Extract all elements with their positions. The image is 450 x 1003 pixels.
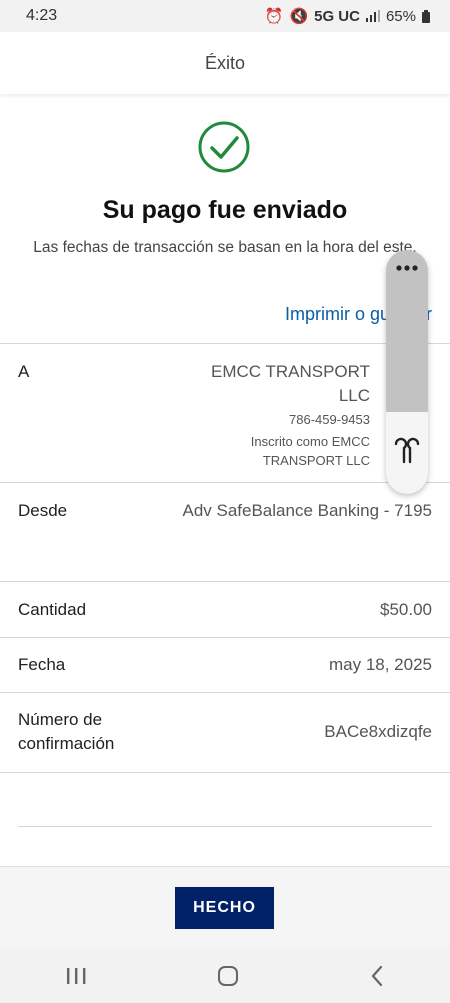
to-label: A (18, 362, 30, 381)
back-icon[interactable] (369, 965, 385, 987)
done-button[interactable]: HECHO (175, 887, 274, 929)
system-nav-bar (0, 948, 450, 1003)
date-label: Fecha (18, 655, 66, 674)
mute-icon: 🔇 (289, 8, 309, 25)
earbuds-icon[interactable] (386, 436, 428, 494)
battery-icon (422, 9, 430, 23)
confirmation-title: Su pago fue enviado (102, 196, 348, 224)
to-name: EMCC TRANSPORT LLC (210, 362, 370, 405)
divider (18, 826, 432, 827)
from-label: Desde (18, 501, 68, 520)
alarm-icon: ⏰ (264, 8, 284, 25)
date-value: may 18, 2025 (328, 655, 432, 674)
divider (0, 343, 450, 344)
confirmation-number-label: Número de confirmación (18, 710, 115, 753)
signal-icon (365, 10, 380, 22)
divider (0, 637, 450, 638)
page-title: Éxito (204, 52, 246, 73)
status-time: 4:23 (26, 7, 58, 24)
confirmation-subtitle: Las fechas de transacción se basan en la… (33, 239, 417, 256)
check-circle-icon (198, 121, 250, 173)
floating-panel[interactable] (386, 250, 428, 494)
divider (0, 581, 450, 582)
from-account: Adv SafeBalance Banking - 7195 (182, 501, 432, 520)
network-label: 5G UC (314, 7, 360, 25)
divider (0, 692, 450, 693)
amount-label: Cantidad (18, 600, 87, 619)
more-icon[interactable] (386, 250, 428, 286)
page-header: Éxito (0, 32, 450, 94)
floating-panel-bottom (386, 412, 428, 494)
status-bar: 4:23 ⏰ 🔇 5G UC 65% (0, 0, 450, 32)
recent-apps-icon[interactable] (65, 966, 87, 986)
to-phone: 786-459-9453 (289, 412, 370, 427)
divider (0, 772, 450, 773)
status-icons: ⏰ 🔇 5G UC 65% (265, 7, 430, 25)
bottom-action-bar: HECHO (0, 866, 450, 949)
battery-level: 65% (385, 7, 416, 25)
amount-value: $50.00 (380, 600, 432, 619)
to-enrolled-name: Inscrito como EMCC TRANSPORT LLC (250, 434, 370, 468)
confirmation-number-value: BACe8xdizqfe (324, 722, 432, 741)
home-icon[interactable] (217, 965, 239, 987)
divider (0, 482, 450, 483)
